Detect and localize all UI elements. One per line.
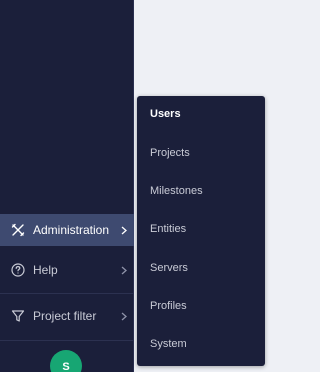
sidebar-item-label: Project filter bbox=[33, 309, 97, 323]
sidebar-item-label: Help bbox=[33, 263, 58, 277]
filter-icon bbox=[10, 308, 26, 324]
chevron-right-icon bbox=[119, 225, 129, 235]
chevron-right-icon bbox=[119, 311, 129, 321]
sidebar-item-label: Administration bbox=[33, 223, 110, 237]
submenu-item-entities[interactable]: Entities bbox=[137, 214, 265, 244]
submenu-item-profiles[interactable]: Profiles bbox=[137, 291, 265, 321]
administration-submenu: Users Projects Milestones Entities Serve… bbox=[137, 96, 265, 366]
sidebar-item-administration[interactable]: Administration bbox=[0, 214, 134, 246]
help-circle-icon bbox=[10, 262, 26, 278]
sidebar-divider bbox=[0, 340, 134, 341]
sidebar-item-project-filter[interactable]: Project filter bbox=[0, 300, 134, 332]
submenu-item-milestones[interactable]: Milestones bbox=[137, 176, 265, 206]
sidebar: Administration Help Project filter S bbox=[0, 0, 134, 372]
submenu-item-projects[interactable]: Projects bbox=[137, 138, 265, 168]
sidebar-divider bbox=[0, 293, 134, 294]
avatar[interactable]: S bbox=[50, 350, 82, 372]
submenu-item-servers[interactable]: Servers bbox=[137, 253, 265, 283]
submenu-item-users[interactable]: Users bbox=[137, 99, 265, 129]
chevron-right-icon bbox=[119, 265, 129, 275]
sidebar-item-help[interactable]: Help bbox=[0, 254, 134, 286]
submenu-item-system[interactable]: System bbox=[137, 329, 265, 359]
tools-icon bbox=[10, 222, 26, 238]
